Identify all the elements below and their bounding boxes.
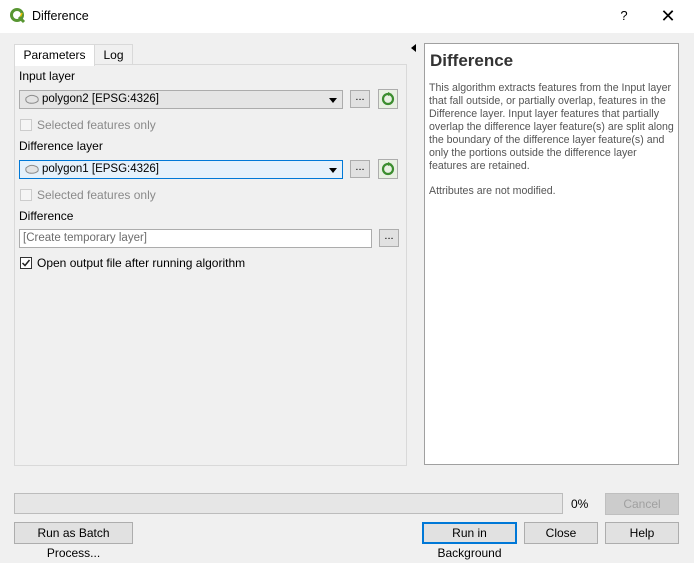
input-selected-only-label: Selected features only bbox=[37, 118, 156, 132]
open-output-label: Open output file after running algorithm bbox=[37, 256, 246, 270]
chevron-down-icon[interactable] bbox=[329, 98, 337, 103]
help-attributes-note: Attributes are not modified. bbox=[429, 185, 556, 197]
checkmark-icon bbox=[21, 259, 31, 267]
polygon-layer-icon bbox=[25, 164, 39, 174]
difference-layer-combo[interactable]: polygon1 [EPSG:4326] bbox=[19, 160, 343, 179]
cancel-button[interactable]: Cancel bbox=[605, 493, 679, 515]
close-window-button[interactable]: ✕ bbox=[654, 5, 682, 27]
open-output-checkbox[interactable] bbox=[20, 257, 32, 269]
output-browse-button[interactable]: ... bbox=[379, 229, 399, 247]
difference-layer-value: polygon1 [EPSG:4326] bbox=[42, 163, 159, 175]
qgis-logo-icon bbox=[10, 8, 26, 24]
close-button[interactable]: Close bbox=[524, 522, 598, 544]
window-title: Difference bbox=[32, 9, 89, 23]
collapse-help-arrow-icon[interactable] bbox=[411, 44, 416, 52]
output-label: Difference bbox=[19, 209, 74, 223]
difference-selected-only-checkbox[interactable] bbox=[20, 189, 32, 201]
progress-bar bbox=[14, 493, 563, 514]
iterate-icon bbox=[381, 92, 395, 106]
help-button[interactable]: Help bbox=[605, 522, 679, 544]
help-panel: Difference This algorithm extracts featu… bbox=[424, 43, 679, 465]
iterate-icon bbox=[381, 162, 395, 176]
title-bar: Difference ? ✕ bbox=[0, 0, 694, 33]
chevron-down-icon[interactable] bbox=[329, 168, 337, 173]
input-layer-label: Input layer bbox=[19, 69, 76, 83]
input-selected-only-checkbox[interactable] bbox=[20, 119, 32, 131]
help-question-button[interactable]: ? bbox=[612, 5, 636, 27]
input-layer-combo[interactable]: polygon2 [EPSG:4326] bbox=[19, 90, 343, 109]
progress-percent: 0% bbox=[571, 497, 589, 511]
tab-parameters[interactable]: Parameters bbox=[14, 44, 95, 66]
difference-layer-label: Difference layer bbox=[19, 139, 103, 153]
output-destination-field[interactable]: [Create temporary layer] bbox=[19, 229, 372, 248]
polygon-layer-icon bbox=[25, 94, 39, 104]
help-description: This algorithm extracts features from th… bbox=[429, 82, 674, 172]
difference-selected-only-label: Selected features only bbox=[37, 188, 156, 202]
input-layer-value: polygon2 [EPSG:4326] bbox=[42, 93, 159, 105]
difference-layer-iterate-button[interactable] bbox=[378, 159, 398, 179]
tab-log[interactable]: Log bbox=[94, 44, 133, 65]
input-layer-iterate-button[interactable] bbox=[378, 89, 398, 109]
difference-layer-browse-button[interactable]: ... bbox=[350, 160, 370, 178]
help-title: Difference bbox=[430, 51, 514, 70]
run-in-background-button[interactable]: Run in Background bbox=[422, 522, 517, 560]
input-layer-browse-button[interactable]: ... bbox=[350, 90, 370, 108]
run-batch-button[interactable]: Run as Batch Process... bbox=[14, 522, 133, 560]
